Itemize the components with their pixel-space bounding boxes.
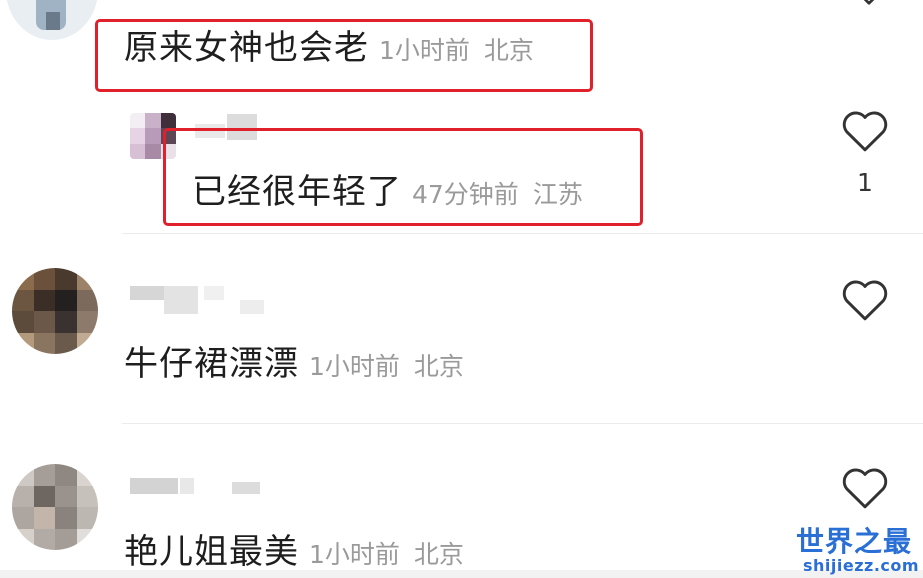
watermark-logo: 世界之最 xyxy=(796,525,913,558)
comment-text: 艳儿姐最美 xyxy=(124,532,299,572)
watermark-domain: shijiezz.com xyxy=(803,556,920,575)
heart-outline-icon[interactable] xyxy=(846,0,892,6)
divider xyxy=(122,233,923,234)
comment-meta: 1小时前 北京 xyxy=(309,347,464,383)
highlight-box xyxy=(95,19,593,92)
comment-item: 牛仔裙漂漂 1小时前 北京 xyxy=(124,336,464,385)
comment-time: 1小时前 xyxy=(309,352,400,381)
avatar[interactable] xyxy=(12,464,98,550)
comment-location: 北京 xyxy=(413,540,464,569)
heart-outline-icon[interactable] xyxy=(840,107,890,153)
avatar[interactable] xyxy=(12,268,98,354)
comment-time: 1小时前 xyxy=(309,540,400,569)
bottom-strip xyxy=(0,570,923,578)
heart-outline-icon[interactable] xyxy=(840,276,890,322)
comment-text: 牛仔裙漂漂 xyxy=(124,344,299,384)
comment-item: 艳儿姐最美 1小时前 北京 xyxy=(124,524,464,573)
heart-outline-icon[interactable] xyxy=(840,464,890,510)
username-blurred[interactable] xyxy=(130,478,260,494)
username-blurred[interactable] xyxy=(130,286,264,314)
divider xyxy=(122,423,923,424)
like-count: 1 xyxy=(857,168,873,197)
avatar[interactable] xyxy=(6,0,98,40)
highlight-box xyxy=(163,128,643,226)
comment-location: 北京 xyxy=(413,352,464,381)
comment-meta: 1小时前 北京 xyxy=(309,535,464,571)
